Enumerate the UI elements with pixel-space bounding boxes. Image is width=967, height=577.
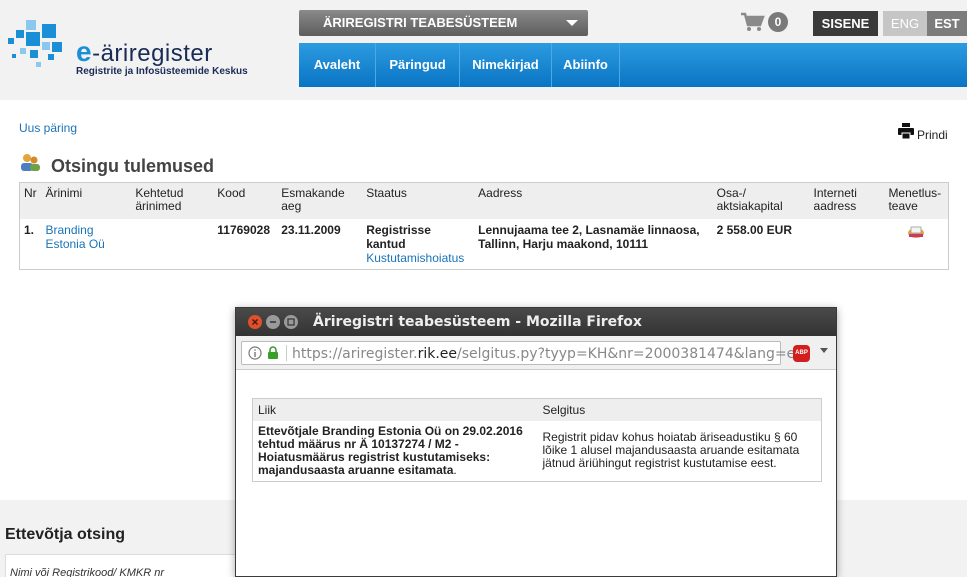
col-header: Ärinimi [41,182,132,219]
results-header-row: Nr Ärinimi Kehtetud ärinimed Kood Esmaka… [19,182,949,219]
lang-est-button[interactable]: EST [927,11,967,36]
close-icon[interactable] [248,315,262,329]
users-icon [21,154,40,171]
col-header: Liik [252,398,538,421]
chevron-down-icon[interactable] [820,348,828,353]
old-names-cell [131,219,213,270]
col-header: Staatus [362,182,475,219]
col-header: Interneti aadress [809,182,885,219]
url-input[interactable]: https://ariregister.rik.ee/selgitus.py?t… [241,341,808,365]
col-header: Menetlus-teave [884,182,949,219]
site-header: e-äriregister Registrite ja Infosüsteemi… [0,0,967,100]
logo-mark-icon [8,20,62,67]
info-icon[interactable] [248,346,262,360]
main-nav: Avaleht Päringud Nimekirjad Abiinfo [299,43,967,87]
capital-cell: 2 558.00 EUR [716,222,792,237]
col-header: Kood [213,182,278,219]
status-text: Registrisse kantud [366,222,431,251]
url-divider [286,345,287,361]
registration-date-cell: 23.11.2009 [281,222,341,237]
cart-button[interactable]: 0 [740,10,790,34]
nav-item-help[interactable]: Abiinfo [552,43,620,87]
col-header: Selgitus [537,398,822,421]
deletion-warning-link[interactable]: Kustutamishoiatus [366,251,464,265]
maximize-icon[interactable] [284,315,298,329]
system-select[interactable]: ÄRIREGISTRI TEABESÜSTEEM [299,10,588,36]
table-row: 1. Branding Estonia Oü 11769028 23.11.20… [20,219,949,270]
url-text: https://ariregister.rik.ee/selgitus.py?t… [292,346,808,362]
explanation-cell: Registrit pidav kohus hoiatab äriseadust… [542,430,800,470]
print-label: Prindi [917,128,948,142]
nav-item-home[interactable]: Avaleht [299,43,376,87]
printer-icon [898,123,914,139]
lang-eng-button[interactable]: ENG [883,11,927,36]
row-number: 1. [24,222,35,237]
new-query-link[interactable]: Uus päring [19,121,77,135]
address-cell: Lennujaama tee 2, Lasnamäe linnaosa, Tal… [478,222,700,251]
kind-end: . [453,463,457,477]
popup-titlebar[interactable]: Äriregistri teabesüsteem - Mozilla Firef… [236,308,836,336]
url-prefix: https://ariregister. [292,346,418,362]
cart-count-badge: 0 [768,12,788,32]
nav-item-lists[interactable]: Nimekirjad [460,43,552,87]
web-address-cell [810,219,885,270]
logo-title: e-äriregister [76,36,213,67]
results-table: Nr Ärinimi Kehtetud ärinimed Kood Esmaka… [19,182,949,270]
company-search-title: Ettevõtja otsing [5,526,126,543]
system-select-label: ÄRIREGISTRI TEABESÜSTEEM [323,15,518,30]
col-header: Osa-/ aktsiakapital [712,182,810,219]
lock-icon [268,346,278,359]
adblock-icon[interactable]: ABP [793,345,810,362]
popup-urlbar: https://ariregister.rik.ee/selgitus.py?t… [236,336,836,370]
proceedings-info-icon[interactable] [906,225,926,239]
logo[interactable]: e-äriregister Registrite ja Infosüsteemi… [8,20,258,77]
company-name-link[interactable]: Branding Estonia Oü [45,223,104,251]
popup-window: Äriregistri teabesüsteem - Mozilla Firef… [235,307,837,577]
col-header: Nr [19,182,42,219]
logo-subtitle: Registrite ja Infosüsteemide Keskus [76,66,248,77]
kind-text: Ettevõtjale Branding Estonia Oü on 29.02… [258,424,523,477]
cart-icon [741,12,765,31]
company-search-label: Nimi või Registrikood/ KMKR nr [10,567,165,577]
url-path: /selgitus.py?tyyp=KH&nr=2000381474&lang=… [457,346,809,362]
results-title: Otsingu tulemused [51,156,215,176]
kind-cell: Ettevõtjale Branding Estonia Oü on 29.02… [253,421,538,482]
col-header: Kehtetud ärinimed [131,182,214,219]
popup-title: Äriregistri teabesüsteem - Mozilla Firef… [313,314,642,330]
col-header: Esmakande aeg [277,182,363,219]
col-header: Aadress [474,182,713,219]
chevron-down-icon [566,20,578,26]
registry-code-cell: 11769028 [217,222,270,237]
explanation-header-row: Liik Selgitus [252,398,822,421]
print-button[interactable]: Prindi [898,123,958,143]
url-host: rik.ee [417,346,457,362]
table-row: Ettevõtjale Branding Estonia Oü on 29.02… [253,421,822,482]
nav-item-queries[interactable]: Päringud [376,43,460,87]
minimize-icon[interactable] [266,315,280,329]
explanation-table: Liik Selgitus Ettevõtjale Branding Eston… [252,398,822,482]
signin-button[interactable]: SISENE [813,11,878,36]
